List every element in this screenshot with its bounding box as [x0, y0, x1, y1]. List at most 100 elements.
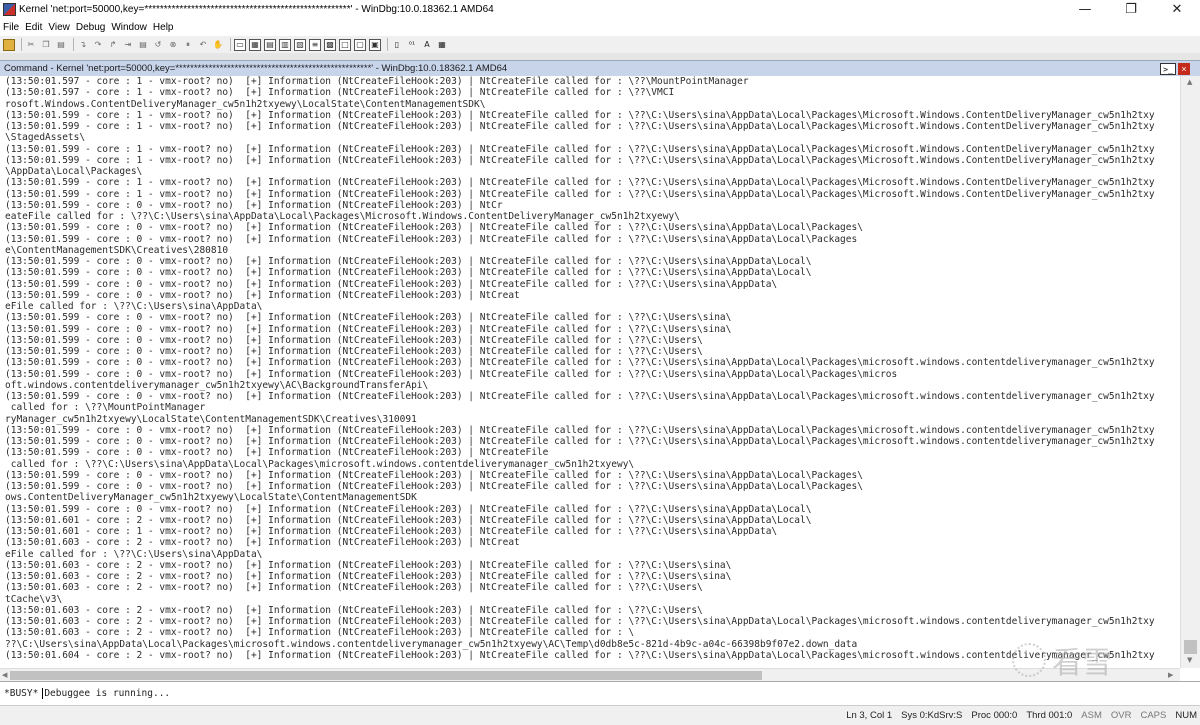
output-line: (13:50:01.597 - core : 1 - vmx-root? no)… [5, 76, 749, 87]
command-input[interactable] [42, 688, 943, 699]
status-caps: CAPS [1140, 710, 1167, 721]
status-num: NUM [1175, 710, 1197, 721]
disassembly-icon[interactable]: ▩ [324, 38, 336, 51]
output-line: ryManager_cw5n1h2txyewy\LocalState\Conte… [5, 413, 417, 425]
output-line: (13:50:01.603 - core : 2 - vmx-root? no)… [5, 627, 635, 639]
restart-icon[interactable]: ↺ [152, 39, 164, 51]
output-line: ??\C:\Users\sina\AppData\Local\Packages\… [5, 638, 858, 650]
status-thrd: Thrd 001:0 [1026, 710, 1073, 721]
output-line: (13:50:01.599 - core : 0 - vmx-root? no)… [5, 233, 858, 245]
horizontal-scroll-thumb[interactable] [10, 671, 762, 680]
output-line: (13:50:01.603 - core : 2 - vmx-root? no)… [5, 559, 732, 571]
output-line: (13:50:01.599 - core : 1 - vmx-root? no)… [5, 143, 1155, 155]
options-icon[interactable]: ▦ [436, 39, 448, 51]
output-line: (13:50:01.599 - core : 0 - vmx-root? no)… [5, 256, 812, 267]
command-close-icon[interactable]: × [1178, 63, 1190, 75]
toolbar: ✂ ❐ ▤ ↴ ↷ ↱ ⇥ ▤ ↺ ⊗ ⏸ ↶ ✋ ▭ ▦ ▤ ▥ ▧ ≡ ▩ … [0, 36, 1200, 53]
output-line: eFile called for : \??\C:\Users\sina\App… [5, 548, 263, 560]
output-line: tCache\v3\ [5, 593, 63, 605]
output-line: (13:50:01.599 - core : 0 - vmx-root? no)… [5, 289, 520, 301]
cut-icon[interactable]: ✂ [25, 39, 37, 51]
step-back-icon[interactable]: ↶ [197, 39, 209, 51]
source-mode-icon[interactable]: ▣ [369, 38, 381, 51]
output-line: (13:50:01.599 - core : 0 - vmx-root? no)… [5, 424, 1155, 436]
mdi-background [0, 53, 1200, 60]
output-line: eFile called for : \??\C:\Users\sina\App… [5, 301, 263, 312]
font-icon[interactable]: A [421, 39, 433, 51]
output-line: (13:50:01.599 - core : 0 - vmx-root? no)… [5, 481, 863, 492]
command-output[interactable]: (13:50:01.597 - core : 1 - vmx-root? no)… [0, 76, 1180, 668]
break-icon[interactable]: ⏸ [182, 39, 194, 51]
output-line: (13:50:01.603 - core : 2 - vmx-root? no)… [5, 582, 703, 594]
source-file-icon[interactable]: ▯ [391, 39, 403, 51]
minimize-button[interactable]: — [1062, 0, 1108, 19]
step-into-icon[interactable]: ↴ [77, 39, 89, 51]
output-line: (13:50:01.599 - core : 0 - vmx-root? no)… [5, 222, 863, 234]
output-line: (13:50:01.599 - core : 0 - vmx-root? no)… [5, 447, 549, 459]
menu-edit[interactable]: Edit [25, 22, 42, 33]
memory-window-icon[interactable]: ▧ [294, 38, 306, 51]
output-line: (13:50:01.599 - core : 0 - vmx-root? no)… [5, 346, 703, 357]
hex-mode-icon[interactable]: ⁰¹ [406, 39, 418, 51]
watch-window-icon[interactable]: ▦ [249, 38, 261, 51]
watermark-text: 看雪 [1052, 646, 1112, 681]
step-out-icon[interactable]: ↱ [107, 39, 119, 51]
output-line: (13:50:01.599 - core : 0 - vmx-root? no)… [5, 357, 1155, 369]
output-line: rosoft.Windows.ContentDeliveryManager_cw… [5, 98, 486, 110]
processes-threads-icon[interactable]: ▢ [354, 38, 366, 51]
menu-debug[interactable]: Debug [76, 22, 105, 33]
copy-icon[interactable]: ❐ [40, 39, 52, 51]
watermark: 看雪 [1012, 640, 1172, 681]
menu-view[interactable]: View [48, 22, 70, 33]
close-button[interactable]: ✕ [1154, 0, 1200, 19]
scroll-left-icon[interactable]: ◀ [2, 671, 7, 679]
output-line: \StagedAssets\ [5, 132, 86, 144]
status-asm: ASM [1081, 710, 1102, 721]
window-controls: — ❐ ✕ [1062, 0, 1200, 19]
open-folder-icon[interactable] [3, 38, 15, 51]
go-icon[interactable]: ▤ [137, 39, 149, 51]
command-prompt-icon[interactable]: >_ [1160, 63, 1176, 75]
output-line: (13:50:01.599 - core : 0 - vmx-root? no)… [5, 436, 1155, 447]
output-line: called for : \??\C:\Users\sina\AppData\L… [5, 458, 635, 470]
menu-window[interactable]: Window [111, 22, 147, 33]
hand-icon[interactable]: ✋ [212, 39, 224, 51]
vertical-scrollbar[interactable]: ▲ ▼ [1180, 76, 1200, 668]
windbg-app-icon [3, 3, 16, 16]
scroll-down-icon[interactable]: ▼ [1187, 656, 1192, 664]
command-window-title: Command - Kernel 'net:port=50000,key=***… [4, 63, 508, 74]
maximize-button[interactable]: ❐ [1108, 0, 1154, 19]
horizontal-scrollbar[interactable]: ◀ ▶ [0, 668, 1180, 681]
status-proc: Proc 000:0 [971, 710, 1018, 721]
toolbar-separator [21, 38, 22, 51]
output-line: (13:50:01.604 - core : 2 - vmx-root? no)… [5, 649, 1155, 661]
output-line: called for : \??\MountPointManager [5, 402, 206, 414]
scroll-up-icon[interactable]: ▲ [1187, 78, 1192, 86]
status-ovr: OVR [1110, 710, 1132, 721]
status-position: Ln 3, Col 1 [846, 710, 893, 721]
command-input-row: *BUSY* [0, 681, 1200, 705]
output-line: (13:50:01.599 - core : 0 - vmx-root? no)… [5, 199, 503, 211]
output-line: (13:50:01.599 - core : 0 - vmx-root? no)… [5, 469, 863, 481]
locals-window-icon[interactable]: ▤ [264, 38, 276, 51]
stop-icon[interactable]: ⊗ [167, 39, 179, 51]
toolbar-separator [73, 38, 74, 51]
step-over-icon[interactable]: ↷ [92, 39, 104, 51]
title-bar: Kernel 'net:port=50000,key=*************… [0, 0, 1200, 19]
menu-file[interactable]: File [3, 22, 19, 33]
toolbar-separator [387, 38, 388, 51]
menu-help[interactable]: Help [153, 22, 174, 33]
status-bar: Ln 3, Col 1 Sys 0:KdSrv:S Proc 000:0 Thr… [0, 705, 1200, 725]
command-window-icon[interactable]: ▭ [234, 38, 246, 51]
run-to-cursor-icon[interactable]: ⇥ [122, 39, 134, 51]
output-line: (13:50:01.599 - core : 1 - vmx-root? no)… [5, 109, 1155, 121]
output-line: ows.ContentDeliveryManager_cw5n1h2txyewy… [5, 492, 417, 504]
output-line: (13:50:01.599 - core : 1 - vmx-root? no)… [5, 188, 1155, 200]
call-stack-icon[interactable]: ≡ [309, 38, 321, 51]
paste-icon[interactable]: ▤ [55, 39, 67, 51]
registers-window-icon[interactable]: ▥ [279, 38, 291, 51]
output-line: e\ContentManagementSDK\Creatives\280810 [5, 244, 229, 256]
vertical-scroll-thumb[interactable] [1184, 640, 1197, 654]
scratch-pad-icon[interactable]: □ [339, 38, 351, 51]
output-line: (13:50:01.603 - core : 2 - vmx-root? no)… [5, 571, 732, 582]
